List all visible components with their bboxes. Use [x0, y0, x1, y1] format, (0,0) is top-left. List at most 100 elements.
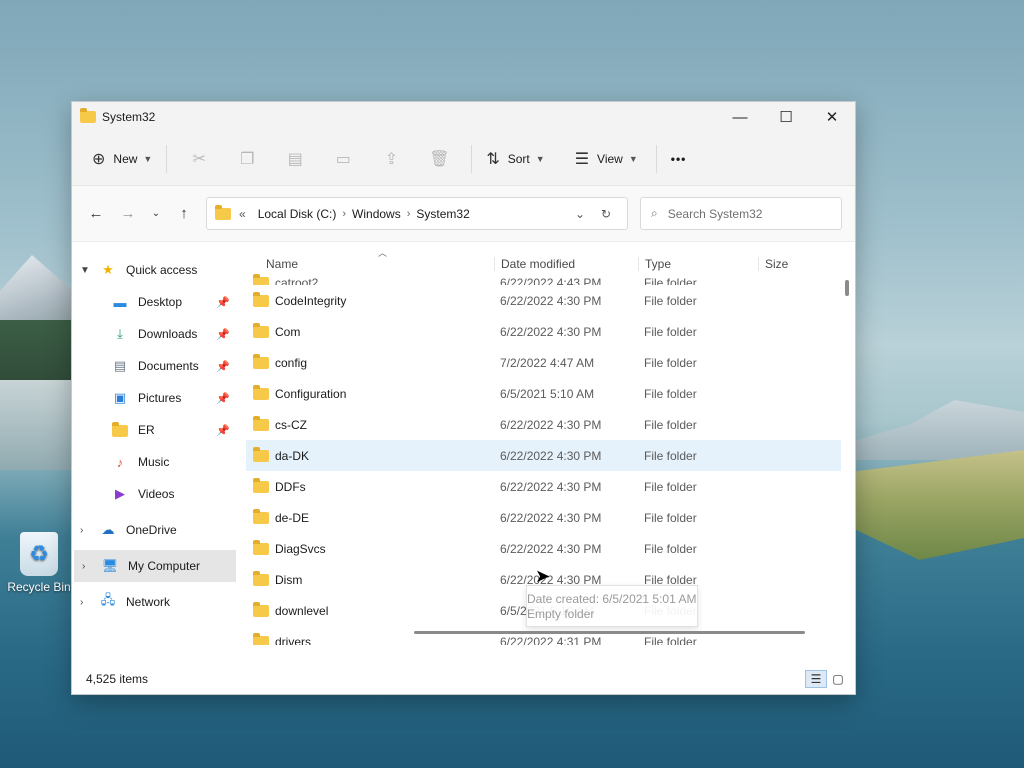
table-row[interactable]: CodeIntegrity 6/22/2022 4:30 PM File fol…: [246, 285, 841, 316]
nav-er[interactable]: ER 📌: [72, 414, 236, 446]
view-button[interactable]: ☰ View ▼: [569, 143, 644, 175]
horizontal-scrollbar[interactable]: [414, 631, 805, 634]
new-label: New: [113, 151, 138, 166]
more-options-button[interactable]: •••: [665, 143, 693, 175]
file-list-pane: ︿ Name Date modified Type Size catroot2 …: [236, 242, 855, 664]
pin-icon: 📌: [216, 360, 230, 373]
nav-my-computer[interactable]: › 🖥 My Computer: [74, 550, 236, 582]
address-bar[interactable]: « Local Disk (C:) › Windows › System32 ⌄…: [206, 197, 628, 230]
computer-icon: 🖥: [101, 558, 119, 573]
title-bar[interactable]: System32 — ☐ ✕: [72, 102, 855, 132]
nav-quick-access[interactable]: ▼ ★ Quick access: [72, 254, 236, 286]
star-icon: ★: [102, 262, 114, 277]
file-name: DiagSvcs: [275, 541, 326, 556]
file-name: DDFs: [275, 479, 306, 494]
search-box[interactable]: ⌕: [640, 197, 842, 230]
table-row[interactable]: DiagSvcs 6/22/2022 4:30 PM File folder: [246, 533, 841, 564]
download-icon: ⤓: [117, 326, 123, 341]
file-date: 6/22/2022 4:30 PM: [500, 417, 602, 432]
item-tooltip: Date created: 6/5/2021 5:01 AM Empty fol…: [526, 585, 698, 627]
rename-button[interactable]: ▭: [319, 143, 367, 175]
file-type: File folder: [644, 276, 697, 285]
file-date: 6/22/2022 4:30 PM: [500, 293, 602, 308]
file-date: 6/5/2021 5:10 AM: [500, 386, 595, 401]
chevron-down-icon: ⌄: [574, 206, 586, 221]
share-button[interactable]: ⇪: [367, 143, 415, 175]
address-row: ← → ⌄ ↑ « Local Disk (C:) › Windows › Sy…: [72, 186, 855, 242]
folder-icon: [253, 353, 269, 369]
cut-button[interactable]: ✂: [175, 143, 223, 175]
new-button[interactable]: ⊕ New ▼: [86, 143, 158, 175]
file-name: downlevel: [275, 603, 329, 618]
command-bar: ⊕ New ▼ ✂ ❐ ▤ ▭ ⇪ 🗑 ⇅ Sort ▼ ☰ View ▼ ••…: [72, 132, 855, 186]
mouse-cursor-icon: ➤: [535, 566, 551, 586]
table-row[interactable]: DDFs 6/22/2022 4:30 PM File folder: [246, 471, 841, 502]
paste-button[interactable]: ▤: [271, 143, 319, 175]
up-button[interactable]: ↑: [168, 199, 200, 229]
table-row[interactable]: de-DE 6/22/2022 4:30 PM File folder: [246, 502, 841, 533]
picture-icon: ▣: [113, 390, 127, 405]
maximize-button[interactable]: ☐: [763, 102, 809, 132]
nav-label: Music: [138, 455, 170, 469]
copy-icon: ❐: [240, 150, 255, 168]
address-history-button[interactable]: ⌄: [567, 207, 593, 221]
sort-button[interactable]: ⇅ Sort ▼: [480, 143, 550, 175]
table-row[interactable]: catroot2 6/22/2022 4:43 PM File folder: [246, 267, 841, 285]
nav-network[interactable]: › 🖧 Network: [72, 586, 236, 618]
toolbar-divider: [166, 144, 168, 173]
wallpaper-shore-left: [0, 380, 80, 470]
nav-label: Quick access: [126, 263, 198, 277]
file-date: 7/2/2022 4:47 AM: [500, 355, 595, 370]
arrow-left-icon: ←: [88, 205, 104, 222]
explorer-body: ▼ ★ Quick access ▬ Desktop 📌 ⤓ Downloads…: [72, 242, 855, 664]
nav-documents[interactable]: ▤ Documents 📌: [72, 350, 236, 382]
nav-desktop[interactable]: ▬ Desktop 📌: [72, 286, 236, 318]
nav-pictures[interactable]: ▣ Pictures 📌: [72, 382, 236, 414]
folder-icon: [253, 384, 269, 400]
table-row[interactable]: config 7/2/2022 4:47 AM File folder: [246, 347, 841, 378]
breadcrumb-windows[interactable]: Windows: [352, 207, 401, 221]
minimize-button[interactable]: —: [717, 102, 763, 132]
recent-locations-button[interactable]: ⌄: [144, 199, 168, 229]
vertical-scrollbar[interactable]: [845, 280, 849, 296]
pin-icon: 📌: [216, 392, 230, 405]
folder-icon: [110, 422, 130, 438]
table-row[interactable]: Com 6/22/2022 4:30 PM File folder: [246, 316, 841, 347]
close-button[interactable]: ✕: [809, 102, 855, 132]
chevron-down-icon: ▼: [80, 264, 90, 276]
file-name: CodeIntegrity: [275, 293, 347, 308]
breadcrumb-local-disk[interactable]: Local Disk (C:): [258, 207, 337, 221]
search-input[interactable]: [667, 206, 818, 221]
tooltip-date-created: Date created: 6/5/2021 5:01 AM: [527, 592, 697, 606]
nav-videos[interactable]: ▶ Videos: [72, 478, 236, 510]
chevron-down-icon: ▼: [143, 153, 153, 164]
delete-button[interactable]: 🗑: [415, 143, 463, 175]
large-icons-view-button[interactable]: ▢: [827, 670, 849, 688]
table-row-hovered[interactable]: da-DK 6/22/2022 4:30 PM File folder: [246, 440, 841, 471]
nav-music[interactable]: ♪ Music: [72, 446, 236, 478]
table-row[interactable]: drivers 6/22/2022 4:31 PM File folder: [246, 626, 841, 645]
toolbar-divider: [655, 144, 657, 173]
back-button[interactable]: ←: [80, 199, 112, 229]
nav-downloads[interactable]: ⤓ Downloads 📌: [72, 318, 236, 350]
arrow-right-icon: →: [120, 205, 136, 222]
nav-onedrive[interactable]: › ☁ OneDrive: [72, 514, 236, 546]
breadcrumb-overflow[interactable]: «: [239, 207, 246, 221]
file-explorer-window: System32 — ☐ ✕ ⊕ New ▼ ✂ ❐ ▤ ▭ ⇪ 🗑 ⇅ Sor…: [71, 101, 856, 695]
folder-icon: [80, 108, 96, 123]
table-row[interactable]: cs-CZ 6/22/2022 4:30 PM File folder: [246, 409, 841, 440]
copy-button[interactable]: ❐: [223, 143, 271, 175]
scissors-icon: ✂: [192, 150, 207, 168]
details-view-button[interactable]: ☰: [805, 670, 827, 688]
table-row[interactable]: Configuration 6/5/2021 5:10 AM File fold…: [246, 378, 841, 409]
desktop-recycle-bin[interactable]: ♻ Recycle Bin: [6, 532, 72, 594]
refresh-button[interactable]: ↻: [593, 207, 619, 221]
file-date: 6/22/2022 4:31 PM: [500, 634, 602, 646]
network-icon: 🖧: [100, 592, 116, 607]
breadcrumb-system32[interactable]: System32: [416, 207, 469, 221]
forward-button[interactable]: →: [112, 199, 144, 229]
folder-icon: [253, 570, 269, 586]
clipboard-icon: ▤: [287, 150, 303, 168]
folder-icon: [253, 477, 269, 493]
file-name: catroot2: [275, 276, 319, 285]
